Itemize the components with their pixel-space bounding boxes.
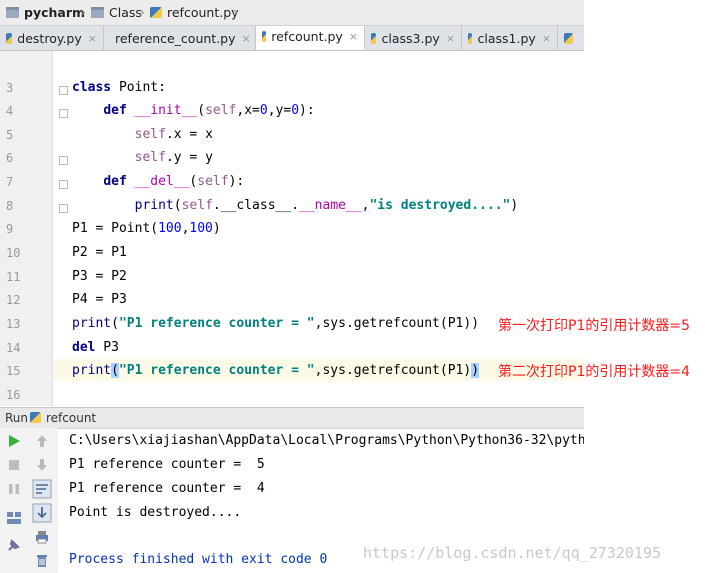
code-line: def __del__(self): bbox=[103, 174, 245, 189]
tab-class3[interactable]: class3.py × bbox=[365, 26, 462, 50]
stop-icon[interactable] bbox=[6, 457, 22, 473]
close-icon[interactable]: × bbox=[242, 32, 251, 45]
folder-icon bbox=[6, 7, 19, 18]
fold-marker-icon[interactable] bbox=[59, 204, 68, 213]
line-number: 8 bbox=[6, 199, 14, 213]
python-file-icon bbox=[564, 32, 573, 44]
breadcrumb-project[interactable]: pycharm bbox=[6, 5, 85, 20]
close-icon[interactable]: × bbox=[446, 32, 455, 45]
code-line: del P3 bbox=[72, 340, 119, 355]
ide-window: pycharm › Class › refcount.py › destroy.… bbox=[0, 0, 584, 573]
run-config-name[interactable]: refcount bbox=[46, 411, 96, 425]
code-line: print("P1 reference counter = ",sys.getr… bbox=[72, 363, 480, 378]
pin-icon[interactable] bbox=[5, 537, 22, 554]
annotation-first-print: 第一次打印P1的引用计数器=5 bbox=[498, 318, 690, 334]
python-file-icon bbox=[6, 32, 13, 44]
soft-wrap-icon[interactable] bbox=[32, 479, 52, 499]
run-panel-header: Run refcount bbox=[0, 407, 584, 429]
code-line: print(self.__class__.__name__,"is destro… bbox=[134, 198, 519, 213]
close-icon[interactable]: × bbox=[542, 32, 551, 45]
code-line: self.x = x bbox=[134, 127, 213, 142]
code-line: def __init__(self,x=0,y=0): bbox=[103, 103, 315, 118]
console-line: P1 reference counter = 5 bbox=[69, 457, 265, 472]
annotation-second-print: 第二次打印P1的引用计数器=4 bbox=[498, 364, 690, 380]
layout-icon[interactable] bbox=[5, 509, 23, 527]
python-file-icon bbox=[468, 32, 473, 44]
code-line: P2 = P1 bbox=[72, 245, 127, 260]
line-number: 9 bbox=[6, 222, 14, 236]
line-number: 3 bbox=[6, 81, 14, 95]
python-file-icon bbox=[262, 31, 267, 42]
close-icon[interactable]: × bbox=[349, 30, 358, 43]
code-line: P1 = Point(100,100) bbox=[72, 221, 221, 236]
tab-class1[interactable]: class1.py × bbox=[462, 26, 558, 50]
close-icon[interactable]: × bbox=[88, 32, 97, 45]
arrow-down-icon[interactable] bbox=[34, 457, 50, 473]
folder-icon bbox=[91, 7, 104, 18]
chevron-right-icon: › bbox=[80, 3, 86, 21]
console-line: C:\Users\xiajiashan\AppData\Local\Progra… bbox=[69, 433, 584, 448]
trash-icon[interactable] bbox=[34, 552, 50, 568]
code-line: self.y = y bbox=[134, 150, 213, 165]
line-number: 12 bbox=[6, 293, 21, 307]
editor-tabs: destroy.py × reference_count.py × refcou… bbox=[0, 26, 584, 51]
line-number: 15 bbox=[6, 364, 21, 378]
code-line: class Point: bbox=[72, 80, 166, 95]
code-line: P4 = P3 bbox=[72, 292, 127, 307]
print-icon[interactable] bbox=[34, 529, 50, 545]
breadcrumb-file[interactable]: refcount.py bbox=[150, 5, 239, 20]
arrow-up-icon[interactable] bbox=[34, 433, 50, 449]
line-number: 4 bbox=[6, 104, 14, 118]
line-number: 11 bbox=[6, 270, 21, 284]
line-number: 13 bbox=[6, 317, 21, 331]
rerun-icon[interactable] bbox=[6, 433, 22, 449]
fold-marker-icon[interactable] bbox=[59, 86, 68, 95]
code-editor[interactable]: 3 4 5 6 7 8 9 10 11 12 13 14 15 16 class… bbox=[0, 51, 584, 406]
console-line: Process finished with exit code 0 bbox=[69, 552, 328, 567]
code-line: print("P1 reference counter = ",sys.getr… bbox=[72, 316, 480, 331]
console-line: Point is destroyed.... bbox=[69, 505, 242, 520]
python-file-icon bbox=[371, 32, 377, 44]
console-line: P1 reference counter = 4 bbox=[69, 481, 265, 496]
line-number: 5 bbox=[6, 128, 14, 142]
tab-destroy[interactable]: destroy.py × bbox=[0, 26, 104, 50]
line-number: 10 bbox=[6, 246, 21, 260]
code-line: P3 = P2 bbox=[72, 269, 127, 284]
tab-overflow[interactable] bbox=[558, 26, 584, 50]
breadcrumb-folder[interactable]: Class bbox=[91, 5, 142, 20]
line-number: 14 bbox=[6, 341, 21, 355]
python-file-icon bbox=[30, 412, 41, 423]
run-toolbar bbox=[0, 428, 58, 573]
breadcrumb: pycharm › Class › refcount.py › bbox=[0, 0, 584, 26]
tab-refcount[interactable]: refcount.py × bbox=[256, 26, 365, 50]
line-number: 16 bbox=[6, 388, 21, 402]
line-number: 6 bbox=[6, 151, 14, 165]
python-file-icon bbox=[150, 7, 162, 18]
fold-marker-icon[interactable] bbox=[59, 180, 68, 189]
watermark: https://blog.csdn.net/qq_27320195 bbox=[363, 544, 662, 562]
chevron-right-icon: › bbox=[232, 3, 238, 21]
fold-marker-icon[interactable] bbox=[59, 109, 68, 118]
pause-icon[interactable] bbox=[6, 481, 22, 497]
scroll-to-end-icon[interactable] bbox=[32, 503, 52, 523]
run-label: Run bbox=[5, 411, 29, 425]
line-number: 7 bbox=[6, 175, 14, 189]
chevron-right-icon: › bbox=[139, 3, 145, 21]
fold-marker-icon[interactable] bbox=[59, 156, 68, 165]
tab-reference-count[interactable]: reference_count.py × bbox=[104, 26, 256, 50]
